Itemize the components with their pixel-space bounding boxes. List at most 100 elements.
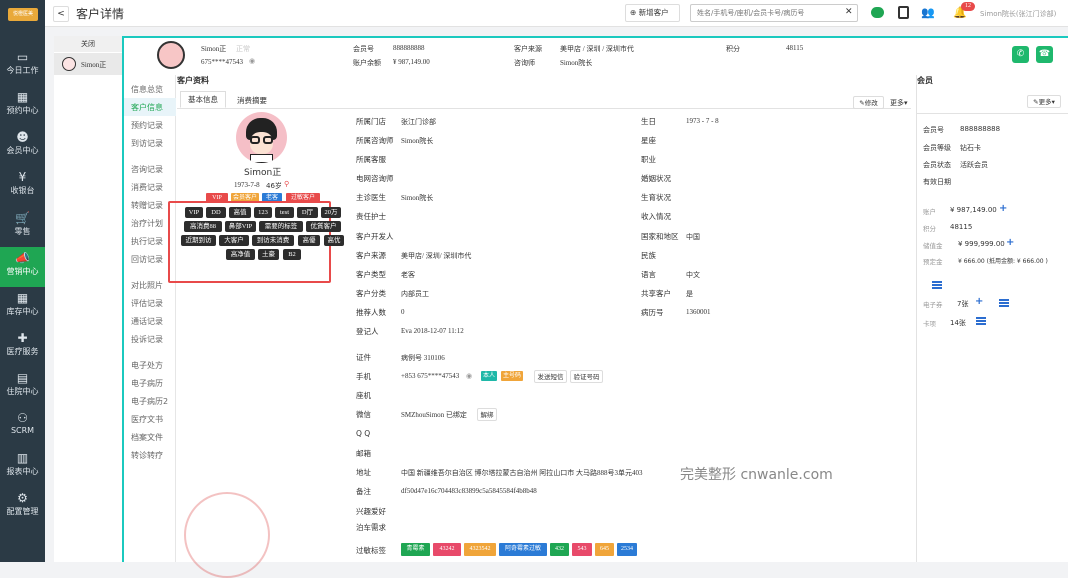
menu-item[interactable]: 到访记录 — [131, 138, 163, 149]
nav-item[interactable]: 🛒 零售 — [0, 207, 45, 247]
field-label: 证件 — [356, 353, 371, 362]
eye-icon[interactable]: ◉ — [249, 57, 255, 65]
menu-item[interactable]: 对比照片 — [131, 280, 163, 291]
menu-item[interactable]: 电子病历 — [131, 378, 163, 389]
coupon-label: 电子券 — [923, 301, 943, 309]
document-icon[interactable] — [898, 6, 909, 19]
chevron-down-icon: ▾ — [904, 99, 908, 107]
menu-item[interactable]: 转赠记录 — [131, 200, 163, 211]
back-button[interactable]: < — [53, 6, 69, 22]
field-value: 1973 - 7 - 8 — [686, 116, 719, 125]
menu-item[interactable]: 投诉记录 — [131, 334, 163, 345]
nav-item[interactable]: ¥ 收银台 — [0, 166, 45, 206]
add-stored-button[interactable]: + — [1006, 237, 1014, 248]
member-no-label: 会员号 — [353, 45, 374, 53]
field-label: 手机 — [356, 372, 371, 381]
customer-tag: 鼻部VIP — [225, 221, 256, 232]
nav-item[interactable]: ⚙ 配置管理 — [0, 487, 45, 527]
menu-item[interactable]: 执行记录 — [131, 236, 163, 247]
menu-item[interactable]: 通话记录 — [131, 316, 163, 327]
verify-number-button[interactable]: 验证号码 — [570, 370, 603, 383]
search-input[interactable] — [690, 4, 858, 22]
new-customer-button[interactable]: ⊕ 新增客户 — [625, 4, 680, 22]
field-value: 中文 — [686, 270, 700, 279]
close-tab-button[interactable]: 关闭 — [54, 36, 122, 52]
field-label: 登记人 — [356, 327, 379, 336]
member-no-value: 888888888 — [393, 44, 425, 52]
consultant-label: 咨询师 — [514, 59, 535, 67]
nav-item-label: 库存中心 — [6, 307, 39, 316]
menu-item[interactable]: 回访记录 — [131, 254, 163, 265]
edit-button[interactable]: ✎修改 — [853, 96, 884, 109]
customer-tag: 近期到访 — [181, 235, 216, 246]
call-button[interactable]: ☎ — [1036, 46, 1053, 63]
field-value: 中国 新疆维吾尔自治区 博尔塔拉蒙古自治州 阿拉山口市 大马路888号3单元40… — [401, 468, 643, 477]
search-icon[interactable]: ⚲ — [284, 180, 289, 188]
profile-birth: 1973-7-8 — [234, 181, 260, 189]
group-icon[interactable]: 👥 — [921, 6, 935, 19]
add-account-button[interactable]: + — [999, 203, 1007, 214]
nav-item-label: 营销中心 — [6, 267, 39, 276]
menu-item[interactable]: 咨询记录 — [131, 164, 163, 175]
user-menu[interactable]: Simon院长(张江门诊部) — [980, 9, 1056, 19]
menu-item[interactable]: 预约记录 — [131, 120, 163, 131]
customer-tag: DD — [206, 207, 226, 218]
menu-item[interactable]: 电子处方 — [131, 360, 163, 371]
customer-tag: B2 — [283, 249, 301, 260]
tab-consume-summary[interactable]: 消费摘要 — [237, 95, 267, 106]
stored-label: 储值金 — [923, 242, 943, 250]
nav-item[interactable]: ✚ 医疗服务 — [0, 327, 45, 367]
tab-basic-info[interactable]: 基本信息 — [180, 91, 226, 108]
nav-item[interactable]: ▥ 报表中心 — [0, 447, 45, 487]
field-value: 是 — [686, 289, 693, 298]
list-icon[interactable] — [999, 299, 1009, 307]
network-icon: ⚇ — [17, 411, 28, 425]
wechat-button[interactable]: ✆ — [1012, 46, 1029, 63]
unbind-wechat-button[interactable]: 解绑 — [477, 408, 497, 421]
add-coupon-button[interactable]: + — [975, 296, 983, 307]
nav-item[interactable]: ▦ 预约中心 — [0, 86, 45, 126]
nav-item[interactable]: 📣 营销中心 — [0, 247, 45, 287]
menu-item[interactable]: 转诊转疗 — [131, 450, 163, 461]
wechat-icon[interactable] — [871, 7, 884, 18]
calendar-icon: ▦ — [16, 90, 29, 104]
customer-phone: 675****47543 — [201, 58, 243, 66]
nav-item[interactable]: ☻ 会员中心 — [0, 126, 45, 166]
medkit-icon: ✚ — [17, 331, 28, 345]
eye-icon[interactable]: ◉ — [466, 372, 472, 380]
send-sms-button[interactable]: 发送短信 — [534, 370, 567, 383]
menu-item[interactable]: 电子病历2 — [131, 396, 168, 407]
consultant-value: Simon院长 — [560, 59, 593, 67]
card-value: 14张 — [950, 319, 966, 327]
customer-tab[interactable]: Simon正 — [54, 53, 122, 75]
member-field-value: 888888888 — [960, 125, 1001, 133]
coupon-value: 7张 — [957, 300, 969, 308]
field-label: 星座 — [641, 136, 656, 145]
customer-tag: test — [275, 207, 294, 218]
field-label: 所属客服 — [356, 155, 386, 164]
field-label: 国家和地区 — [641, 232, 679, 241]
list-icon[interactable] — [976, 317, 986, 325]
list-icon[interactable] — [932, 281, 942, 289]
more-label: 更多 — [890, 99, 904, 107]
menu-item[interactable]: 消费记录 — [131, 182, 163, 193]
menu-item[interactable]: 档案文件 — [131, 432, 163, 443]
field-label: 电网咨询师 — [356, 174, 394, 183]
nav-item[interactable]: ▭ 今日工作 — [0, 46, 45, 86]
menu-item[interactable]: 医疗文书 — [131, 414, 163, 425]
more-dropdown[interactable]: 更多▾ — [890, 98, 908, 108]
nav-item[interactable]: ▦ 库存中心 — [0, 287, 45, 327]
field-value: 病例号 310106 — [401, 353, 445, 362]
menu-item[interactable]: 评估记录 — [131, 298, 163, 309]
nav-item[interactable]: ⚇ SCRM — [0, 407, 45, 447]
field-label: 邮箱 — [356, 449, 371, 458]
menu-item[interactable]: 信息总览 — [131, 84, 163, 95]
field-label: 泊车需求 — [356, 523, 386, 532]
clear-icon[interactable]: ✕ — [845, 7, 853, 17]
member-more-dropdown[interactable]: ✎更多▾ — [1027, 95, 1061, 108]
menu-item[interactable]: 治疗计划 — [131, 218, 163, 229]
menu-item[interactable]: 客户信息 — [131, 102, 163, 113]
customer-avatar — [236, 112, 287, 163]
field-value: 0 — [401, 307, 405, 316]
nav-item[interactable]: ▤ 住院中心 — [0, 367, 45, 407]
